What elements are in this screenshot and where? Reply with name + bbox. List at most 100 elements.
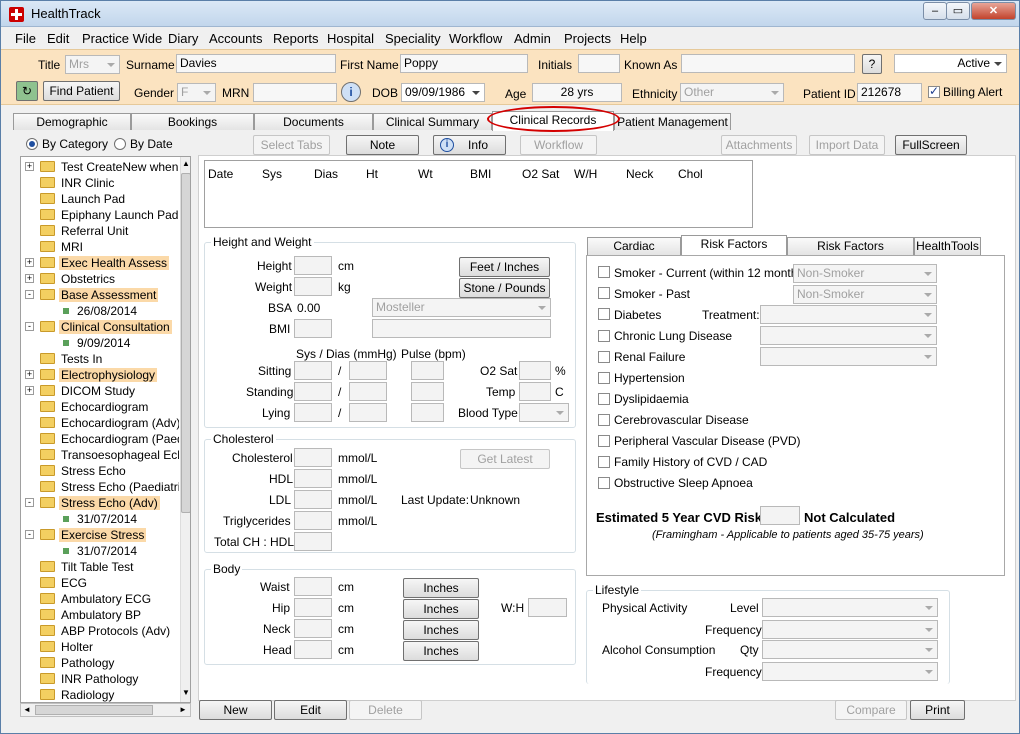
- workflow-button[interactable]: Workflow: [520, 135, 597, 155]
- risk-factor-checkbox[interactable]: [598, 414, 610, 426]
- dob-field[interactable]: 09/09/1986: [401, 83, 485, 102]
- new-button[interactable]: New: [199, 700, 272, 720]
- tree-item[interactable]: Radiology: [21, 687, 179, 702]
- o2sat-field[interactable]: [519, 361, 551, 380]
- collapse-icon[interactable]: -: [25, 322, 34, 331]
- waist-field[interactable]: [294, 577, 332, 596]
- subtab-cardiac-overview[interactable]: Cardiac Overview: [587, 237, 681, 270]
- cholesterol-field[interactable]: [294, 448, 332, 467]
- head-field[interactable]: [294, 640, 332, 659]
- smoker-past-select[interactable]: Non-Smoker: [793, 285, 937, 304]
- refresh-icon[interactable]: ↻: [16, 81, 38, 101]
- tree-item[interactable]: MRI: [21, 239, 179, 255]
- edit-button[interactable]: Edit: [274, 700, 347, 720]
- menu-projects[interactable]: Projects: [564, 31, 611, 46]
- weight-field[interactable]: [294, 277, 332, 296]
- menu-admin[interactable]: Admin: [514, 31, 551, 46]
- smoker-current-select[interactable]: Non-Smoker: [793, 264, 937, 283]
- sitting-sys-field[interactable]: [294, 361, 332, 380]
- triglycerides-field[interactable]: [294, 511, 332, 530]
- tree-item[interactable]: Stress Echo (Paediatric): [21, 479, 179, 495]
- find-patient-button[interactable]: Find Patient: [43, 81, 120, 101]
- tree-item[interactable]: Launch Pad: [21, 191, 179, 207]
- attachments-button[interactable]: Attachments: [721, 135, 797, 155]
- tree-item[interactable]: Epiphany Launch Pad: [21, 207, 179, 223]
- mrn-field[interactable]: [253, 83, 337, 102]
- renal-failure-select[interactable]: [760, 347, 937, 366]
- firstname-field[interactable]: Poppy: [400, 54, 528, 73]
- tree-item[interactable]: Echocardiogram: [21, 399, 179, 415]
- tree-item[interactable]: - Base Assessment: [21, 287, 179, 303]
- tree-item[interactable]: 9/09/2014: [21, 335, 179, 351]
- waist-inches-button[interactable]: Inches: [403, 578, 479, 598]
- note-button[interactable]: Note: [346, 135, 419, 155]
- neck-field[interactable]: [294, 619, 332, 638]
- tree-item[interactable]: ECG: [21, 575, 179, 591]
- tree-item[interactable]: Tilt Table Test: [21, 559, 179, 575]
- category-tree[interactable]: Radiology INR Pathology Pathology Holter ABP…: [20, 156, 191, 703]
- height-field[interactable]: [294, 256, 332, 275]
- collapse-icon[interactable]: -: [25, 498, 34, 507]
- lung-disease-select[interactable]: [760, 326, 937, 345]
- tree-item[interactable]: Echocardiogram (Paedia: [21, 431, 179, 447]
- standing-sys-field[interactable]: [294, 382, 332, 401]
- hip-field[interactable]: [294, 598, 332, 617]
- head-inches-button[interactable]: Inches: [403, 641, 479, 661]
- risk-factor-checkbox[interactable]: [598, 477, 610, 489]
- risk-factor-checkbox[interactable]: [598, 372, 610, 384]
- sitting-dias-field[interactable]: [349, 361, 387, 380]
- menu-help[interactable]: Help: [620, 31, 647, 46]
- tree-item[interactable]: Ambulatory ECG: [21, 591, 179, 607]
- tree-item[interactable]: Ambulatory BP: [21, 607, 179, 623]
- info-icon[interactable]: i: [341, 82, 361, 102]
- menu-file[interactable]: File: [15, 31, 36, 46]
- tree-item[interactable]: + Obstetrics: [21, 271, 179, 287]
- tree-horizontal-scrollbar[interactable]: ◄ ►: [20, 703, 191, 717]
- temp-field[interactable]: [519, 382, 551, 401]
- sitting-pulse-field[interactable]: [411, 361, 444, 380]
- scroll-down-icon[interactable]: ▼: [182, 688, 190, 697]
- smoker-current-checkbox[interactable]: [598, 266, 610, 278]
- tree-item[interactable]: Stress Echo: [21, 463, 179, 479]
- tree-item[interactable]: Referral Unit: [21, 223, 179, 239]
- tree-item[interactable]: - Exercise Stress: [21, 527, 179, 543]
- standing-pulse-field[interactable]: [411, 382, 444, 401]
- tree-item[interactable]: Holter: [21, 639, 179, 655]
- tree-item[interactable]: + Exec Health Assess: [21, 255, 179, 271]
- diabetes-treatment-select[interactable]: [760, 305, 937, 324]
- feet-inches-button[interactable]: Feet / Inches: [459, 257, 550, 277]
- scroll-up-icon[interactable]: ▲: [182, 159, 190, 168]
- tree-item[interactable]: - Clinical Consultation: [21, 319, 179, 335]
- status-select[interactable]: Active: [894, 54, 1007, 73]
- lying-sys-field[interactable]: [294, 403, 332, 422]
- knownas-field[interactable]: [681, 54, 855, 73]
- scroll-left-icon[interactable]: ◄: [23, 705, 31, 714]
- expand-icon[interactable]: +: [25, 274, 34, 283]
- surname-field[interactable]: Davies: [176, 54, 336, 73]
- tree-item[interactable]: Tests In: [21, 351, 179, 367]
- tree-item[interactable]: 26/08/2014: [21, 303, 179, 319]
- subtab-risk-factors-adult[interactable]: Risk Factors (Adult): [681, 235, 787, 268]
- menu-diary[interactable]: Diary: [168, 31, 198, 46]
- diabetes-checkbox[interactable]: [598, 308, 610, 320]
- info-button[interactable]: i Info: [433, 135, 506, 155]
- expand-icon[interactable]: +: [25, 386, 34, 395]
- minimize-button[interactable]: –: [923, 2, 947, 20]
- tree-item[interactable]: Echocardiogram (Adv): [21, 415, 179, 431]
- fullscreen-button[interactable]: FullScreen: [895, 135, 967, 155]
- menu-hospital[interactable]: Hospital: [327, 31, 374, 46]
- lying-dias-field[interactable]: [349, 403, 387, 422]
- help-button[interactable]: ?: [862, 54, 882, 74]
- compare-button[interactable]: Compare: [835, 700, 907, 720]
- hip-inches-button[interactable]: Inches: [403, 599, 479, 619]
- tree-item[interactable]: + Electrophysiology: [21, 367, 179, 383]
- gender-select[interactable]: F: [177, 83, 216, 102]
- tree-item[interactable]: INR Clinic: [21, 175, 179, 191]
- alcohol-qty-select[interactable]: [762, 640, 938, 659]
- tab-documents[interactable]: Documents: [254, 113, 373, 130]
- stone-pounds-button[interactable]: Stone / Pounds: [459, 278, 550, 298]
- billing-alert-checkbox[interactable]: [928, 84, 940, 98]
- hdl-field[interactable]: [294, 469, 332, 488]
- expand-icon[interactable]: +: [25, 258, 34, 267]
- collapse-icon[interactable]: -: [25, 290, 34, 299]
